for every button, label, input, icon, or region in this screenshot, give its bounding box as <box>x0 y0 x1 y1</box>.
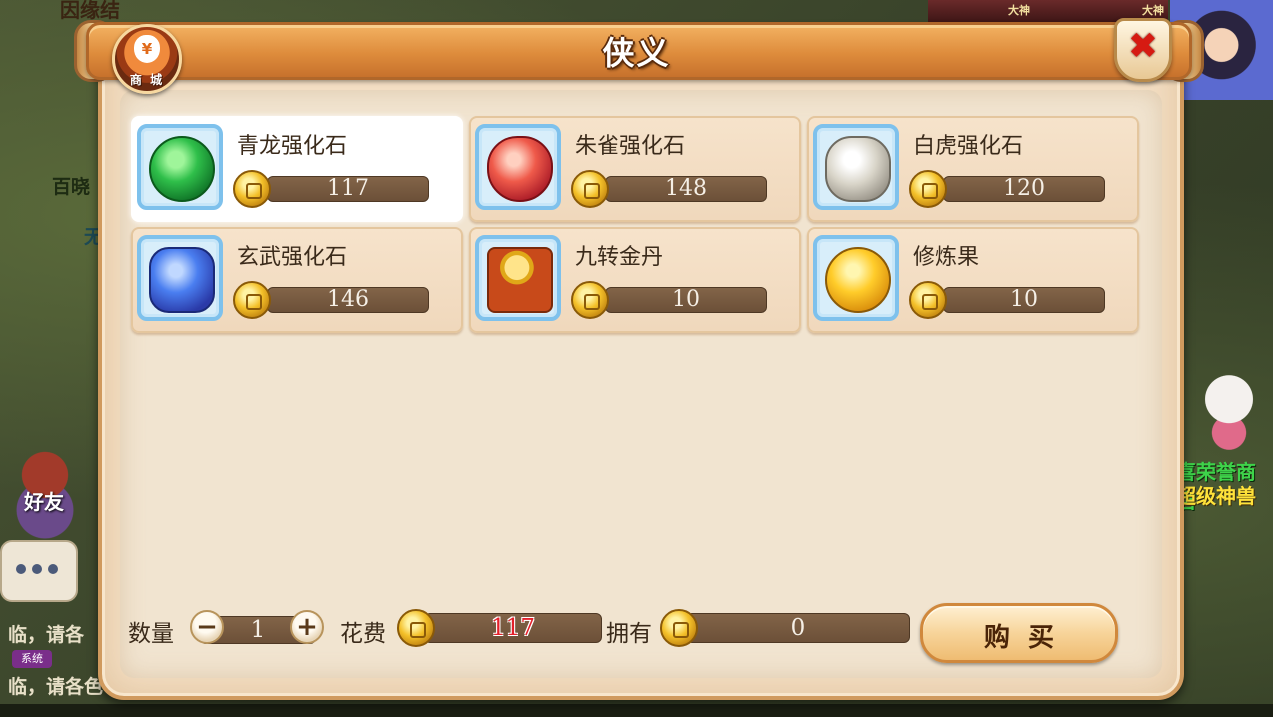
chat-line: 临，请各 <box>8 624 85 646</box>
item-name: 修炼果 <box>913 245 980 270</box>
item-price: 146 <box>327 287 369 312</box>
shop-item[interactable]: 白虎强化石 120 <box>807 116 1139 222</box>
cost-value: 117 <box>491 615 535 641</box>
coin-icon <box>397 609 435 647</box>
item-price: 10 <box>672 287 700 312</box>
item-icon-frame <box>475 124 561 210</box>
increase-button[interactable]: + <box>290 610 324 644</box>
item-name: 玄武强化石 <box>237 245 348 270</box>
money-bag-icon <box>134 35 160 63</box>
item-name: 青龙强化石 <box>237 134 348 159</box>
cost-label: 花费 <box>340 621 386 647</box>
coin-icon <box>571 170 609 208</box>
coin-icon <box>233 170 271 208</box>
item-icon-frame <box>475 235 561 321</box>
pet-sprite <box>1196 364 1262 452</box>
price-bar: 10 <box>943 287 1105 313</box>
close-icon: ✖ <box>1127 26 1159 67</box>
cultivation-fruit-icon <box>825 247 891 313</box>
bg-npc-name: 超级神兽 <box>1176 484 1256 508</box>
dialog-title: 侠义 <box>602 34 671 72</box>
price-bar: 146 <box>267 287 429 313</box>
plus-icon: + <box>296 612 318 642</box>
black-tortoise-stone-icon <box>149 247 215 313</box>
owned-bar: 0 <box>686 613 910 643</box>
item-icon-frame <box>813 235 899 321</box>
minus-icon: − <box>196 612 218 642</box>
shop-item[interactable]: 玄武强化石 146 <box>131 227 463 333</box>
quantity-label: 数量 <box>128 621 174 647</box>
shop-item[interactable]: 朱雀强化石 148 <box>469 116 801 222</box>
item-name: 九转金丹 <box>575 245 664 270</box>
shop-icon[interactable]: 商 城 <box>112 24 182 94</box>
golden-elixir-chest-icon <box>487 247 553 313</box>
close-button[interactable]: ✖ <box>1114 18 1172 82</box>
item-name: 朱雀强化石 <box>575 134 686 159</box>
price-bar: 10 <box>605 287 767 313</box>
chat-bubble-icon[interactable] <box>0 540 78 602</box>
item-price: 117 <box>327 176 369 201</box>
owned-label: 拥有 <box>606 621 652 647</box>
vermilion-bird-stone-icon <box>487 136 553 202</box>
price-bar: 148 <box>605 176 767 202</box>
item-price: 10 <box>1010 287 1038 312</box>
chat-line: 临，请各色 <box>8 676 104 698</box>
shop-item[interactable]: 九转金丹 10 <box>469 227 801 333</box>
coin-icon <box>909 170 947 208</box>
item-price: 148 <box>665 176 707 201</box>
shop-item[interactable]: 修炼果 10 <box>807 227 1139 333</box>
bottom-bar <box>0 704 1273 717</box>
item-icon-frame <box>813 124 899 210</box>
coin-icon <box>571 281 609 319</box>
owned-value: 0 <box>790 615 806 641</box>
buy-button[interactable]: 购买 <box>920 603 1118 663</box>
item-icon-frame <box>137 235 223 321</box>
bg-npc-name: 百晓 <box>52 176 91 198</box>
shop-item[interactable]: 青龙强化石 117 <box>131 116 463 222</box>
topbar-label: 大神 <box>1008 4 1030 17</box>
friends-label[interactable]: 好友 <box>24 486 64 515</box>
azure-dragon-stone-icon <box>149 136 215 202</box>
item-price: 120 <box>1003 176 1045 201</box>
coin-icon <box>233 281 271 319</box>
item-icon-frame <box>137 124 223 210</box>
white-tiger-stone-icon <box>825 136 891 202</box>
system-badge: 系统 <box>12 650 52 668</box>
cost-bar: 117 <box>424 613 602 643</box>
decrease-button[interactable]: − <box>190 610 224 644</box>
topbar-label: 大神 <box>1142 4 1164 17</box>
shop-badge-label: 商 城 <box>129 73 165 87</box>
item-name: 白虎强化石 <box>913 134 1024 159</box>
coin-icon <box>660 609 698 647</box>
price-bar: 117 <box>267 176 429 202</box>
coin-icon <box>909 281 947 319</box>
buy-button-label: 购买 <box>983 623 1072 653</box>
price-bar: 120 <box>943 176 1105 202</box>
